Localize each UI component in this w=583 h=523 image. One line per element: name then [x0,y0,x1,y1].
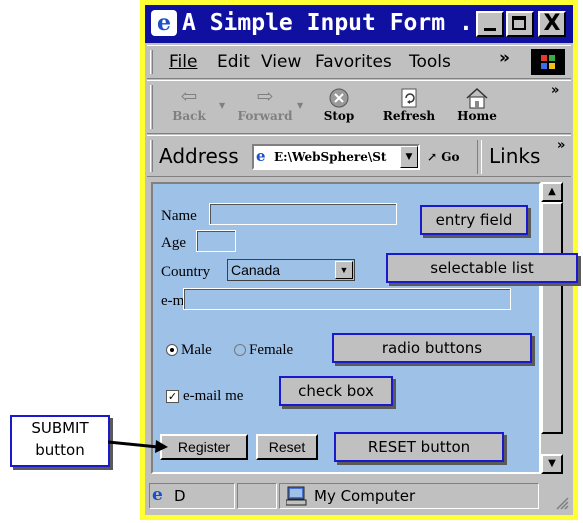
female-label: Female [249,342,294,358]
age-input[interactable] [196,230,236,252]
country-value: Canada [231,262,281,278]
my-computer-icon [285,486,308,510]
menu-more-chevron-icon[interactable]: » [499,48,510,68]
submit-line-2: button [35,441,85,459]
male-label: Male [181,342,212,358]
menu-tools[interactable]: Tools [409,52,451,72]
status-bar: e D My Computer [147,480,571,512]
annotation-check-box: check box [279,376,393,406]
stop-label: Stop [323,109,355,123]
annotation-entry-field: entry field [420,205,528,235]
links-more-chevron-icon[interactable]: » [557,138,565,153]
refresh-button[interactable]: Refresh [379,83,439,131]
address-grip [150,140,153,172]
back-label: Back [172,109,206,123]
email-me-checkbox[interactable]: ✓ [166,390,179,403]
refresh-icon [379,83,439,109]
address-bar: Address e E:\WebSphere\St ▼ ↗ Go Links » [147,135,571,177]
resize-grip-icon[interactable] [555,496,569,510]
forward-arrow-icon: ⇨ [256,84,274,108]
stop-button[interactable]: Stop [309,83,369,131]
stop-icon [309,83,369,109]
name-label: Name [161,208,197,224]
minimize-button[interactable] [476,11,504,37]
forward-button[interactable]: ⇨ Forward [235,83,295,131]
status-zone-label: My Computer [314,487,416,505]
scroll-thumb[interactable] [541,202,563,434]
back-arrow-icon: ⇦ [180,84,198,108]
toolbar-grip [150,85,153,129]
ie-logo-icon: e [151,10,177,36]
go-arrow-icon: ↗ [427,150,438,164]
forward-label: Forward [237,109,293,123]
page-status-icon: e [152,485,163,505]
chevron-down-icon[interactable]: ▼ [335,261,353,279]
status-cell-progress [237,483,277,509]
annotation-submit-button: SUBMIT button [10,415,110,467]
email-input[interactable] [183,288,511,310]
close-button[interactable]: X [538,11,566,37]
reset-button[interactable]: Reset [256,434,318,460]
windows-logo-icon [531,49,565,75]
go-button[interactable]: ↗ Go [427,146,460,168]
standard-toolbar: ⇦ Back ▼ ⇨ Forward ▼ Stop Refresh Home » [147,80,571,134]
status-zone-cell: My Computer [279,483,539,509]
male-radio[interactable] [166,344,178,356]
country-label: Country [161,264,211,280]
age-label: Age [161,235,186,251]
menu-favorites[interactable]: Favorites [315,52,392,72]
menu-file[interactable]: File [169,52,197,72]
refresh-label: Refresh [382,109,436,123]
menu-edit[interactable]: Edit [217,52,250,72]
menu-grip[interactable] [150,50,153,74]
vertical-scrollbar[interactable]: ▲ ▼ [541,182,563,474]
home-label: Home [457,109,497,123]
page-icon: e [256,147,266,165]
forward-dropdown-icon[interactable]: ▼ [297,101,303,110]
submit-arrow-icon [108,440,168,453]
maximize-button[interactable] [506,11,534,37]
links-separator [477,140,482,174]
scroll-down-icon[interactable]: ▼ [541,454,563,474]
scroll-up-icon[interactable]: ▲ [541,182,563,202]
name-input[interactable] [209,203,397,225]
address-dropdown-icon[interactable]: ▼ [400,146,418,168]
toolbar-more-chevron-icon[interactable]: » [551,83,559,98]
submit-line-1: SUBMIT [31,419,89,437]
window-title: A Simple Input Form ... [182,10,501,36]
home-icon [447,83,507,109]
address-label: Address [159,144,239,168]
home-button[interactable]: Home [447,83,507,131]
status-text: D [174,487,186,505]
annotation-radio-buttons: radio buttons [332,333,532,363]
female-radio[interactable] [234,344,246,356]
country-select[interactable]: Canada ▼ [227,259,355,281]
annotation-reset-button: RESET button [334,432,504,462]
menu-view[interactable]: View [261,52,301,72]
menu-bar: File Edit View Favorites Tools » [147,45,571,79]
annotation-selectable-list: selectable list [386,253,578,283]
address-input[interactable]: e E:\WebSphere\St ▼ [252,144,420,170]
register-button[interactable]: Register [160,434,248,460]
address-value: E:\WebSphere\St [274,150,387,164]
status-text-cell: e D [149,483,235,509]
email-me-label: e-mail me [183,388,244,404]
back-dropdown-icon[interactable]: ▼ [219,101,225,110]
go-label: Go [441,150,460,164]
back-button[interactable]: ⇦ Back [159,83,219,131]
links-button[interactable]: Links [489,144,540,168]
